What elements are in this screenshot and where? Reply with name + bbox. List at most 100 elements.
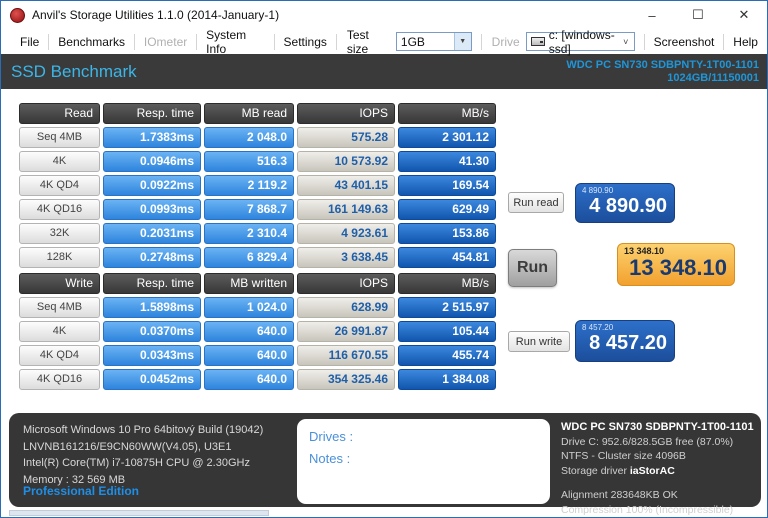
read-test-button[interactable]: Seq 4MB bbox=[19, 127, 100, 148]
mb-read-cell: 7 868.7 bbox=[204, 199, 294, 220]
read-table: Read Resp. time MB read IOPS MB/s Seq 4M… bbox=[19, 103, 496, 268]
mb-written-cell: 640.0 bbox=[204, 321, 294, 342]
write-table: Write Resp. time MB written IOPS MB/s Se… bbox=[19, 273, 496, 390]
mbs-cell: 629.49 bbox=[398, 199, 496, 220]
menu-benchmarks[interactable]: Benchmarks bbox=[49, 35, 134, 49]
mb-read-cell: 6 829.4 bbox=[204, 247, 294, 268]
title-bar: Anvil's Storage Utilities 1.1.0 (2014-Ja… bbox=[1, 1, 767, 29]
drives-label: Drives : bbox=[309, 426, 538, 448]
window-title: Anvil's Storage Utilities 1.1.0 (2014-Ja… bbox=[32, 8, 279, 22]
minimize-button[interactable]: – bbox=[629, 1, 675, 29]
iops-cell: 4 923.61 bbox=[297, 223, 395, 244]
total-score-value: 13 348.10 bbox=[624, 256, 727, 280]
iops-cell: 26 991.87 bbox=[297, 321, 395, 342]
iops-cell: 116 670.55 bbox=[297, 345, 395, 366]
iops-cell: 10 573.92 bbox=[297, 151, 395, 172]
mb-written-header: MB written bbox=[204, 273, 294, 294]
mb-written-cell: 1 024.0 bbox=[204, 297, 294, 318]
write-score-box: 8 457.20 8 457.20 bbox=[575, 320, 675, 362]
test-size-label: Test size bbox=[337, 28, 396, 56]
chevron-down-icon: ˅ bbox=[618, 37, 634, 47]
menu-file[interactable]: File bbox=[11, 35, 48, 49]
mb-read-cell: 2 048.0 bbox=[204, 127, 294, 148]
write-score-small: 8 457.20 bbox=[582, 323, 667, 332]
page-title: SSD Benchmark bbox=[11, 62, 137, 82]
write-test-button[interactable]: 4K QD4 bbox=[19, 345, 100, 366]
resp-time-cell: 0.0343ms bbox=[103, 345, 201, 366]
mb-read-cell: 516.3 bbox=[204, 151, 294, 172]
edition-label: Professional Edition bbox=[23, 484, 139, 498]
write-test-button[interactable]: 4K QD16 bbox=[19, 369, 100, 390]
menu-system-info[interactable]: System Info bbox=[197, 28, 273, 56]
mbs-cell: 2 301.12 bbox=[398, 127, 496, 148]
mb-read-cell: 2 310.4 bbox=[204, 223, 294, 244]
mbs-header: MB/s bbox=[398, 273, 496, 294]
iops-cell: 161 149.63 bbox=[297, 199, 395, 220]
resp-time-cell: 0.2031ms bbox=[103, 223, 201, 244]
mbs-cell: 455.74 bbox=[398, 345, 496, 366]
write-test-button[interactable]: 4K bbox=[19, 321, 100, 342]
resp-time-header: Resp. time bbox=[103, 273, 201, 294]
storage-driver-line: Storage driver iaStorAC bbox=[561, 464, 757, 479]
mbs-cell: 2 515.97 bbox=[398, 297, 496, 318]
total-score-box: 13 348.10 13 348.10 bbox=[617, 243, 735, 286]
mainboard-info: LNVNB161216/E9CN60WW(V4.05), U3E1 bbox=[23, 439, 263, 456]
iops-header: IOPS bbox=[297, 273, 395, 294]
resp-time-cell: 1.5898ms bbox=[103, 297, 201, 318]
mb-read-cell: 2 119.2 bbox=[204, 175, 294, 196]
resp-time-cell: 0.0922ms bbox=[103, 175, 201, 196]
chevron-down-icon[interactable]: ▼ bbox=[454, 33, 471, 50]
drive-icon bbox=[531, 37, 545, 46]
menu-help[interactable]: Help bbox=[724, 35, 767, 49]
iops-cell: 43 401.15 bbox=[297, 175, 395, 196]
menu-screenshot[interactable]: Screenshot bbox=[645, 35, 724, 49]
cpu-info: Intel(R) Core(TM) i7-10875H CPU @ 2.30GH… bbox=[23, 455, 263, 472]
read-test-button[interactable]: 4K QD4 bbox=[19, 175, 100, 196]
read-score-box: 4 890.90 4 890.90 bbox=[575, 183, 675, 223]
run-write-button[interactable]: Run write bbox=[508, 331, 570, 352]
os-info: Microsoft Windows 10 Pro 64bitový Build … bbox=[23, 422, 263, 439]
drive-details-title: WDC PC SN730 SDBPNTY-1T00-1101 10 bbox=[561, 420, 757, 435]
test-size-select[interactable]: 1GB ▼ bbox=[396, 32, 472, 51]
section-header: SSD Benchmark WDC PC SN730 SDBPNTY-1T00-… bbox=[1, 54, 767, 89]
resp-time-header: Resp. time bbox=[103, 103, 201, 124]
read-test-button[interactable]: 4K bbox=[19, 151, 100, 172]
menu-settings[interactable]: Settings bbox=[275, 35, 336, 49]
test-size-value: 1GB bbox=[397, 35, 454, 49]
drive-model-line1: WDC PC SN730 SDBPNTY-1T00-1101 bbox=[566, 59, 759, 72]
mbs-cell: 1 384.08 bbox=[398, 369, 496, 390]
resp-time-cell: 0.0946ms bbox=[103, 151, 201, 172]
app-window: Anvil's Storage Utilities 1.1.0 (2014-Ja… bbox=[0, 0, 768, 518]
mbs-header: MB/s bbox=[398, 103, 496, 124]
mb-written-cell: 640.0 bbox=[204, 369, 294, 390]
resp-time-cell: 0.0993ms bbox=[103, 199, 201, 220]
read-test-button[interactable]: 32K bbox=[19, 223, 100, 244]
system-info: Microsoft Windows 10 Pro 64bitový Build … bbox=[23, 422, 263, 488]
drive-model-line2: 1024GB/11150001 bbox=[566, 72, 759, 85]
close-button[interactable]: ✕ bbox=[721, 1, 767, 29]
resp-time-cell: 1.7383ms bbox=[103, 127, 201, 148]
maximize-button[interactable]: ☐ bbox=[675, 1, 721, 29]
alignment-info: Alignment 283648KB OK bbox=[561, 488, 757, 503]
drives-notes-box[interactable]: Drives : Notes : bbox=[297, 419, 550, 504]
window-controls: – ☐ ✕ bbox=[629, 1, 767, 29]
mbs-cell: 41.30 bbox=[398, 151, 496, 172]
read-score-small: 4 890.90 bbox=[582, 186, 667, 195]
spacer bbox=[561, 478, 757, 488]
read-test-button[interactable]: 128K bbox=[19, 247, 100, 268]
progress-bar bbox=[9, 510, 269, 516]
storage-driver-value: iaStorAC bbox=[630, 465, 675, 477]
drive-select[interactable]: c: [windows-ssd] ˅ bbox=[526, 32, 635, 51]
iops-cell: 3 638.45 bbox=[297, 247, 395, 268]
run-button[interactable]: Run bbox=[508, 249, 557, 287]
mbs-cell: 454.81 bbox=[398, 247, 496, 268]
read-test-button[interactable]: 4K QD16 bbox=[19, 199, 100, 220]
iops-cell: 628.99 bbox=[297, 297, 395, 318]
write-test-button[interactable]: Seq 4MB bbox=[19, 297, 100, 318]
menu-bar: File Benchmarks IOmeter System Info Sett… bbox=[1, 29, 767, 54]
read-header: Read bbox=[19, 103, 100, 124]
run-read-button[interactable]: Run read bbox=[508, 192, 564, 213]
notes-label: Notes : bbox=[309, 448, 538, 470]
iops-header: IOPS bbox=[297, 103, 395, 124]
iops-cell: 354 325.46 bbox=[297, 369, 395, 390]
